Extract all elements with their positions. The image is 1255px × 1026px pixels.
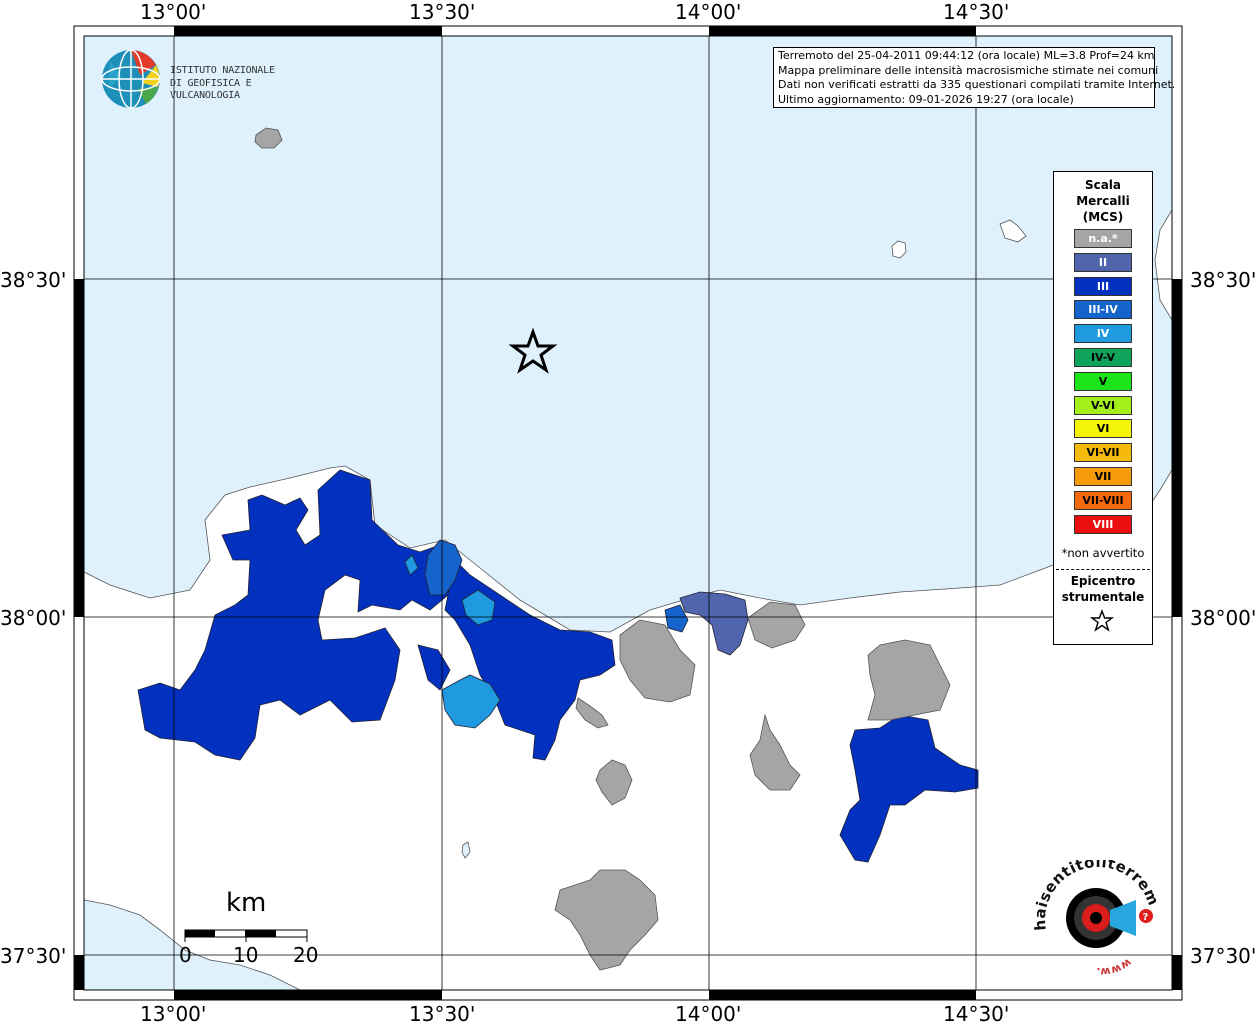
star-icon	[1090, 609, 1114, 632]
legend-title-line-1: Scala	[1084, 178, 1122, 192]
svg-text:www.: www.	[1096, 956, 1134, 979]
legend-swatch-viii: VIII	[1074, 514, 1132, 534]
lon-tick-top-4: 14°30'	[943, 0, 1010, 24]
ingv-line-1: ISTITUTO NAZIONALE	[170, 65, 275, 76]
mcs-legend: Scala Mercalli (MCS) n.a.* II III III-IV IV I…	[1053, 171, 1153, 645]
event-info-box: Terremoto del 25-04-2011 09:44:12 (ora l…	[773, 47, 1176, 108]
legend-swatch-iii: III	[1074, 276, 1132, 296]
lon-tick-top-3: 14°00'	[675, 0, 742, 24]
hst-logo-prefix: www.	[1096, 956, 1134, 979]
legend-divider	[1056, 569, 1150, 570]
scale-label-20: 20	[293, 943, 319, 967]
legend-swatch-v-vi: V-VI	[1074, 395, 1132, 415]
legend-title: Scala Mercalli (MCS)	[1054, 177, 1152, 225]
legend-swatch-iii-iv: III-IV	[1074, 300, 1132, 320]
scale-label-0: 0	[179, 943, 192, 967]
legend-epicenter-line-1: Epicentro	[1070, 574, 1136, 588]
question-icon: ?	[1143, 912, 1149, 923]
lon-tick-bottom-2: 13°30'	[409, 1002, 476, 1026]
lat-tick-left-1: 38°30'	[0, 268, 67, 292]
legend-swatch-iv-v: IV-V	[1074, 348, 1132, 367]
scale-bar: km 0 10 20	[179, 888, 318, 968]
lon-tick-top-1: 13°00'	[140, 0, 207, 24]
legend-swatch-iv: IV	[1074, 324, 1132, 344]
event-info-line-3: Dati non verificati estratti da 335 ques…	[778, 78, 1176, 91]
hst-logo-graphic: haisentitoilterremoto.it www. ?	[1023, 846, 1163, 979]
globe-icon	[101, 49, 161, 109]
legend-swatch-v: V	[1074, 371, 1132, 391]
legend-epicenter-label: Epicentro strumentale	[1054, 573, 1152, 605]
event-info-line-1: Terremoto del 25-04-2011 09:44:12 (ora l…	[778, 49, 1155, 62]
lon-tick-bottom-1: 13°00'	[140, 1002, 207, 1026]
lat-tick-right-2: 38°00'	[1190, 606, 1255, 630]
scale-label-10: 10	[233, 943, 259, 967]
legend-swatch-vi-vii: VI-VII	[1074, 443, 1132, 463]
lon-tick-bottom-3: 14°00'	[675, 1002, 742, 1026]
scale-unit: km	[226, 888, 267, 918]
legend-swatch-n-a: n.a.*	[1074, 229, 1132, 248]
ingv-line-2: DI GEOFISICA E VULCANOLOGIA	[170, 77, 252, 102]
legend-swatch-vii: VII	[1074, 467, 1132, 486]
legend-title-line-3: (MCS)	[1082, 210, 1124, 224]
lat-tick-left-2: 38°00'	[0, 606, 67, 630]
legend-title-line-2: Mercalli	[1076, 194, 1130, 208]
hst-logo: haisentitoilterremoto.it www. ?	[1023, 846, 1168, 980]
lon-tick-top-2: 13°30'	[409, 0, 476, 24]
lat-tick-left-3: 37°30'	[0, 944, 67, 968]
legend-note: *non avvertito	[1061, 546, 1145, 560]
lat-tick-right-1: 38°30'	[1190, 268, 1255, 292]
legend-swatch-vii-viii: VII-VIII	[1074, 490, 1132, 510]
lon-tick-bottom-4: 14°30'	[943, 1002, 1010, 1026]
legend-swatch-ii: II	[1074, 252, 1132, 272]
lat-tick-right-3: 37°30'	[1190, 944, 1255, 968]
ingv-logo: ISTITUTO NAZIONALE DI GEOFISICA E VULCAN…	[100, 47, 310, 111]
legend-swatch-vi: VI	[1074, 419, 1132, 439]
event-info-line-2: Mappa preliminare delle intensità macros…	[778, 63, 1159, 77]
legend-epicenter-line-2: strumentale	[1061, 590, 1145, 604]
event-info-line-4: Ultimo aggiornamento: 09-01-2026 19:27 (…	[778, 92, 1074, 106]
